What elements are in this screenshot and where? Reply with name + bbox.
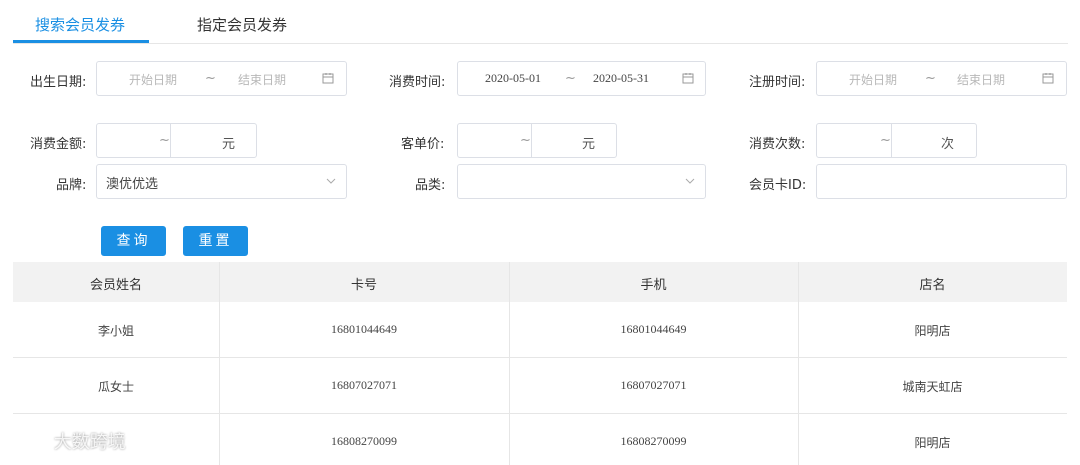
card-number-cell: 16808270099 [331,434,397,448]
column-divider [509,262,510,465]
input-divider [170,124,171,157]
unit-label: 元 [222,137,236,152]
chevron-down-icon[interactable] [325,175,337,187]
birth-date-start-input[interactable]: 开始日期 [129,71,177,88]
store-cell: 阳明店 [914,436,951,450]
phone-cell: 16801044649 [620,322,687,336]
brand-select-value: 澳优优选 [106,176,159,191]
tab-bar: 搜索会员发券 指定会员发券 [13,0,1068,44]
store-cell: 阳明店 [914,324,951,338]
column-header-store: 店名 [919,278,946,293]
table-row[interactable]: 李小姐 16801044649 16801044649 阳明店 [13,302,1067,358]
consume-time-start-input[interactable]: 2020-05-01 [485,71,541,86]
brand-select[interactable]: 澳优优选 [96,164,347,199]
table-row[interactable]: 16808270099 16808270099 阳明店 [13,414,1067,465]
watermark: 大数跨境 [8,428,126,454]
phone-cell: 16807027071 [620,378,687,392]
register-time-start-input[interactable]: 开始日期 [849,71,897,88]
range-separator: ~ [520,133,531,148]
column-divider [219,262,220,465]
column-divider [798,262,799,465]
table-header: 会员姓名 卡号 手机 店名 [13,262,1067,302]
register-time-label: 注册时间: [749,75,806,90]
phone-cell: 16808270099 [620,434,687,448]
reset-button[interactable]: 重置 [183,226,248,256]
table-row[interactable]: 瓜女士 16807027071 16807027071 城南天虹店 [13,358,1067,414]
card-id-input[interactable] [816,164,1067,199]
brand-label: 品牌: [56,178,87,193]
calendar-icon[interactable] [1042,72,1054,84]
calendar-icon[interactable] [322,72,334,84]
register-time-range[interactable]: 开始日期 ~ 结束日期 [816,61,1067,96]
category-label: 品类: [415,178,446,193]
card-number-cell: 16807027071 [331,378,397,392]
unit-label: 次 [941,137,955,152]
avg-price-range[interactable]: ~ 元 [457,123,617,158]
card-id-label: 会员卡ID: [749,178,807,193]
category-select[interactable] [457,164,706,199]
register-time-end-input[interactable]: 结束日期 [957,71,1005,88]
watermark-logo-icon [9,435,46,452]
consume-time-end-input[interactable]: 2020-05-31 [593,71,649,86]
calendar-icon[interactable] [682,72,694,84]
consume-amount-label: 消费金额: [30,137,87,152]
range-separator: ~ [925,71,936,86]
unit-label: 元 [582,137,596,152]
column-header-member-name: 会员姓名 [89,278,142,293]
column-header-card-number: 卡号 [350,278,377,293]
input-divider [531,124,532,157]
range-separator: ~ [565,71,576,86]
input-divider [891,124,892,157]
consume-time-label: 消费时间: [389,75,446,90]
birth-date-end-input[interactable]: 结束日期 [238,71,286,88]
range-separator: ~ [880,133,891,148]
consume-amount-range[interactable]: ~ 元 [96,123,257,158]
store-cell: 城南天虹店 [902,380,963,394]
consume-count-range[interactable]: ~ 次 [816,123,977,158]
member-name-cell: 李小姐 [97,324,134,338]
chevron-down-icon[interactable] [684,175,696,187]
card-number-cell: 16801044649 [331,322,397,336]
consume-time-range[interactable]: 2020-05-01 ~ 2020-05-31 [457,61,706,96]
birth-date-label: 出生日期: [30,75,87,90]
member-name-cell: 瓜女士 [97,380,134,394]
range-separator: ~ [159,133,170,148]
tab-specified-member-coupon[interactable]: 指定会员发券 [197,14,287,35]
avg-price-label: 客单价: [401,137,445,152]
tab-search-member-coupon[interactable]: 搜索会员发券 [35,14,125,35]
consume-count-label: 消费次数: [749,137,806,152]
column-header-phone: 手机 [640,278,667,293]
birth-date-range[interactable]: 开始日期 ~ 结束日期 [96,61,347,96]
watermark-text: 大数跨境 [53,432,126,453]
range-separator: ~ [205,71,216,86]
active-tab-indicator [13,40,149,43]
query-button[interactable]: 查询 [101,226,166,256]
